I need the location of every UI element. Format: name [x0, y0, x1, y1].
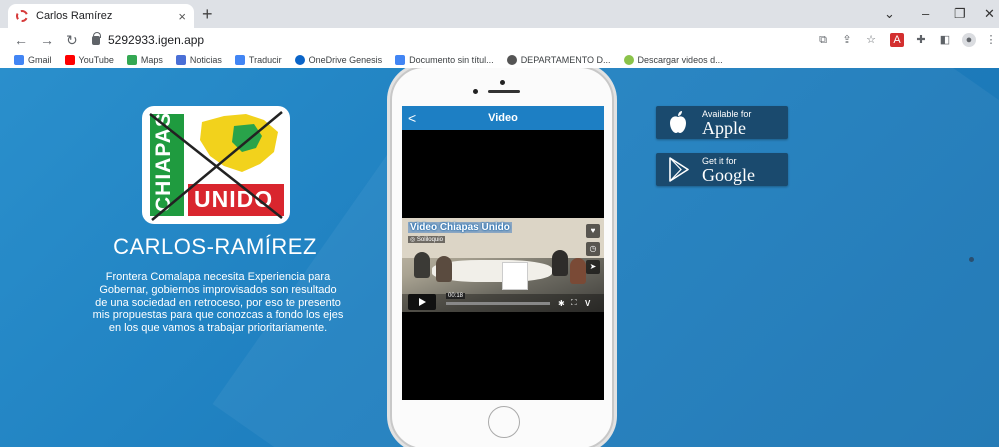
video-person [436, 256, 452, 282]
settings-gear-icon[interactable]: ✱ [558, 299, 565, 308]
video-scene-banner [502, 262, 528, 290]
google-play-icon [669, 157, 689, 182]
phone-camera [500, 80, 505, 85]
watch-later-clock-icon[interactable]: ◷ [586, 242, 600, 256]
url-text: 5292933.igen.app [108, 33, 205, 47]
chiapas-unido-logo: CHIAPAS UNIDO [142, 106, 290, 224]
bookmarks-bar: Gmail YouTube Maps Noticias Traducir One… [0, 52, 999, 68]
extensions-puzzle-icon[interactable]: ✚ [914, 33, 928, 47]
bookmark-star-icon[interactable]: ☆ [864, 33, 878, 47]
new-tab-button[interactable]: + [202, 4, 213, 24]
app-title: Video [488, 112, 518, 124]
video-person [414, 252, 430, 278]
tab-title: Carlos Ramírez [36, 10, 113, 22]
bookmark-youtube[interactable]: YouTube [64, 55, 114, 65]
candidate-description: Frontera Comalapa necesita Experiencia p… [92, 271, 344, 335]
bookmark-documento[interactable]: Documento sin títul... [395, 55, 494, 65]
install-app-icon[interactable]: ⧉ [816, 33, 830, 47]
tab-search-button[interactable]: ⌄ [884, 6, 895, 22]
browser-tab[interactable]: Carlos Ramírez × [8, 4, 194, 28]
phone-home-button [488, 406, 520, 438]
bookmark-departamento[interactable]: DEPARTAMENTO D... [506, 55, 611, 65]
carousel-dot[interactable] [969, 257, 974, 262]
fullscreen-icon[interactable]: ⛶ [571, 298, 577, 308]
address-bar[interactable]: 5292933.igen.app [92, 30, 812, 50]
bookmark-gmail[interactable]: Gmail [14, 55, 52, 65]
google-store-big-text: Google [702, 165, 755, 185]
apple-store-big-text: Apple [702, 118, 746, 138]
phone-speaker [488, 90, 520, 93]
video-person [570, 258, 586, 284]
youtube-icon [64, 55, 75, 65]
video-person [552, 250, 568, 276]
bookmark-descargar[interactable]: Descargar videos d... [623, 55, 723, 65]
news-icon [175, 55, 186, 65]
globe-icon [506, 55, 517, 65]
back-arrow-icon[interactable]: ← [14, 31, 28, 49]
app-header: < Video [402, 106, 604, 130]
forward-arrow-icon[interactable]: → [40, 31, 54, 49]
tab-close-button[interactable]: × [178, 9, 186, 24]
close-window-button[interactable]: ✕ [984, 6, 995, 22]
bookmark-traducir[interactable]: Traducir [234, 55, 282, 65]
bookmark-onedrive[interactable]: OneDrive Genesis [294, 55, 382, 65]
play-button[interactable] [408, 294, 436, 310]
browser-tabstrip: Carlos Ramírez × + ⌄ – ❐ ✕ [0, 0, 999, 28]
profile-avatar-icon[interactable]: ● [962, 33, 976, 47]
candidate-name: CARLOS-RAMÍREZ [113, 234, 317, 259]
site-favicon-icon [16, 10, 28, 22]
app-back-button[interactable]: < [408, 106, 416, 130]
video-title: Video Chiapas Unido [408, 222, 512, 233]
vimeo-logo-icon[interactable]: V [585, 299, 590, 308]
reload-icon[interactable]: ↻ [66, 31, 78, 49]
restore-button[interactable]: ❐ [954, 6, 966, 22]
browser-toolbar: ← → ↻ 5292933.igen.app ⧉ ⇪ ☆ A ✚ ◧ ● ⋮ [0, 28, 999, 52]
pdf-extension-icon[interactable]: A [890, 33, 904, 47]
google-play-button[interactable]: Get it for Google [656, 153, 788, 186]
phone-screen: < Video Video Chiapas Unido ◎ Soliloquio… [402, 106, 604, 400]
apple-logo-icon [670, 111, 686, 133]
leaf-icon [623, 55, 634, 65]
maps-icon [126, 55, 137, 65]
menu-kebab-icon[interactable]: ⋮ [984, 33, 998, 47]
page-content: CHIAPAS UNIDO CARLOS-RAMÍREZ Frontera Co… [0, 68, 999, 447]
phone-sensor [473, 89, 478, 94]
video-player[interactable]: Video Chiapas Unido ◎ Soliloquio ♥ ◷ ➤ 0… [402, 218, 604, 312]
cross-out-icon [149, 111, 283, 221]
bookmark-noticias[interactable]: Noticias [175, 55, 222, 65]
onedrive-icon [294, 55, 305, 65]
video-time: 00:18 [446, 293, 466, 299]
phone-mockup: < Video Video Chiapas Unido ◎ Soliloquio… [390, 68, 614, 447]
video-progress-bar[interactable] [446, 302, 550, 305]
side-panel-icon[interactable]: ◧ [938, 33, 952, 47]
video-brand: ◎ Soliloquio [408, 236, 445, 243]
docs-icon [395, 55, 406, 65]
like-heart-icon[interactable]: ♥ [586, 224, 600, 238]
minimize-button[interactable]: – [922, 6, 929, 21]
google-icon [14, 55, 24, 65]
share-icon[interactable]: ⇪ [840, 33, 854, 47]
video-controls: 00:18 ✱ ⛶ V [402, 293, 604, 312]
lock-icon [92, 31, 101, 45]
share-send-icon[interactable]: ➤ [586, 260, 600, 274]
translate-icon [234, 55, 245, 65]
bookmark-maps[interactable]: Maps [126, 55, 163, 65]
apple-store-button[interactable]: Available for Apple [656, 106, 788, 139]
